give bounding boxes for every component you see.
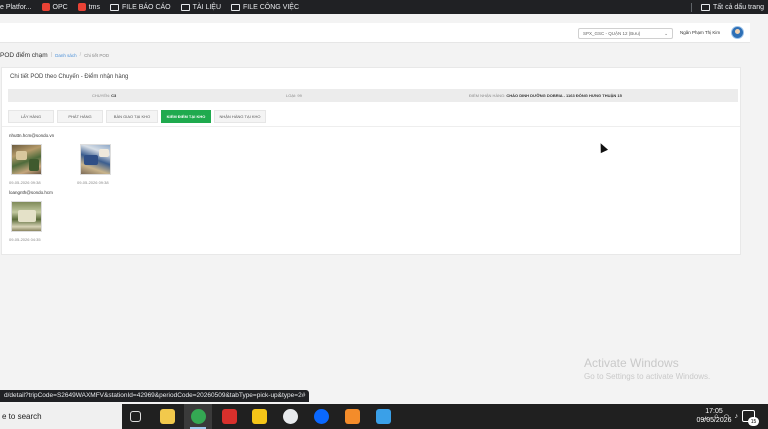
taskbar-search[interactable]: e to search	[0, 404, 122, 429]
point-info: ĐIỂM NHẬN HÀNG: CHÁO DINH DƯỠNG DOBRIA -…	[469, 93, 622, 98]
sticky-notes-icon[interactable]	[252, 409, 267, 424]
divider	[2, 126, 740, 127]
folder-icon	[109, 3, 119, 11]
tab-nhan-hang-tai-kho[interactable]: NHẬN HÀNG TẠI KHO	[214, 110, 266, 123]
photo-detail	[16, 151, 27, 160]
all-bookmarks-label: Tất cả dấu trang	[713, 3, 764, 11]
all-bookmarks[interactable]: Tất cả dấu trang	[691, 0, 764, 14]
breadcrumb: POD điểm chạm | Danh sách / Chi tiết POD	[0, 50, 109, 60]
photo-timestamp: 09-05-2026 09:38	[77, 180, 109, 185]
wps-office-icon[interactable]	[222, 409, 237, 424]
brand-icon	[41, 3, 50, 11]
volume-icon[interactable]: ♪	[735, 413, 739, 420]
pod-photo[interactable]	[80, 144, 111, 175]
trip-info-bar: CHUYẾN: C3 LOẠI: 99 ĐIỂM NHẬN HÀNG: CHÁO…	[8, 89, 738, 102]
bookmark-label: TÀI LIỆU	[192, 3, 222, 11]
photo-timestamp: 09-05-2026 04:35	[9, 237, 41, 242]
tab-bar: LẤY HÀNG PHÁT HÀNG BÀN GIAO TẠI KHO KIỂM…	[8, 110, 266, 123]
photo-detail	[99, 149, 109, 157]
pod-photo[interactable]	[11, 144, 42, 175]
bookmarks-bar: e Platfor... OPC tms FILE BÁO CÁO TÀI LI…	[0, 0, 768, 14]
station-select-value: SPX_GSC - QUẬN 12 (Bưu)	[583, 31, 641, 36]
user-name[interactable]: Ngân Phạm Thị Kim	[680, 30, 720, 35]
activate-windows-title: Activate Windows	[584, 356, 679, 370]
breadcrumb-separator: /	[79, 52, 82, 58]
card-title: Chi tiết POD theo Chuyến - Điểm nhận hàn…	[10, 74, 129, 80]
bookmark-opc[interactable]: OPC	[41, 3, 68, 11]
chrome-icon	[191, 409, 206, 424]
tab-ban-giao-tai-kho[interactable]: BÀN GIAO TẠI KHO	[106, 110, 158, 123]
status-bar-url: d/detail?tripCode=S2649WAXMFV&stationId=…	[0, 390, 310, 402]
bookmark-tms[interactable]: tms	[77, 3, 100, 11]
point-label: ĐIỂM NHẬN HÀNG:	[469, 93, 506, 98]
breadcrumb-link-list[interactable]: Danh sách	[55, 53, 77, 58]
bookmark-file-bao-cao[interactable]: FILE BÁO CÁO	[109, 3, 171, 11]
trip-label: CHUYẾN:	[92, 93, 111, 98]
trip-value: C3	[111, 93, 117, 98]
bookmark-tai-lieu[interactable]: TÀI LIỆU	[180, 3, 222, 11]
bookmark-label: tms	[88, 3, 100, 11]
pod-photo[interactable]	[11, 201, 42, 232]
bookmark-label: FILE CÔNG VIỆC	[243, 3, 300, 11]
divider	[691, 2, 693, 12]
breadcrumb-separator: |	[50, 52, 53, 58]
pod-detail-card: Chi tiết POD theo Chuyến - Điểm nhận hàn…	[1, 67, 741, 255]
uploader-email: nhuttn.hcm@sondo.vn	[9, 133, 55, 138]
taskbar-clock[interactable]: 17:05 09/05/2026	[694, 407, 734, 425]
app-icon[interactable]	[376, 409, 391, 424]
zalo-icon[interactable]	[314, 409, 329, 424]
bookmark-label: e Platfor...	[0, 3, 32, 11]
station-select[interactable]: SPX_GSC - QUẬN 12 (Bưu) ⌄	[578, 28, 673, 39]
photo-timestamp: 09-05-2026 09:38	[9, 180, 41, 185]
tab-lay-hang[interactable]: LẤY HÀNG	[8, 110, 54, 123]
task-view-icon[interactable]	[130, 411, 141, 422]
folder-icon	[231, 3, 241, 11]
clock-date: 09/05/2026	[696, 417, 732, 424]
chevron-down-icon: ⌄	[664, 30, 668, 36]
taskbar: e to search ︿ ⌂ ◠ ♪ 17:05 09/05/2026 15	[0, 404, 768, 429]
point-value: CHÁO DINH DƯỠNG DOBRIA - 1163 ĐÔNG HƯNG …	[506, 93, 622, 98]
bookmark-label: FILE BÁO CÁO	[121, 3, 171, 11]
brand-icon	[77, 3, 86, 11]
taskbar-active-app[interactable]	[184, 404, 212, 429]
app-icon[interactable]	[283, 409, 298, 424]
photo-detail	[84, 155, 98, 165]
page-title: POD điểm chạm	[0, 51, 48, 59]
bookmark-label: OPC	[52, 3, 68, 11]
photo-detail	[18, 210, 36, 222]
uploader-email: loangnth@sondo.hcm	[9, 190, 53, 195]
folder-icon	[180, 3, 190, 11]
type-info: LOẠI: 99	[286, 93, 302, 98]
tab-kiem-diem-tai-kho[interactable]: KIỂM ĐIẾM TẠI KHO	[161, 110, 211, 123]
clock-time: 17:05	[705, 408, 723, 415]
activate-windows-subtitle: Go to Settings to activate Windows.	[584, 372, 711, 381]
photo-detail	[29, 159, 39, 171]
bookmark-platform[interactable]: e Platfor...	[0, 4, 32, 11]
avatar[interactable]	[731, 26, 744, 39]
tab-phat-hang[interactable]: PHÁT HÀNG	[57, 110, 103, 123]
app-header: SPX_GSC - QUẬN 12 (Bưu) ⌄ Ngân Phạm Thị …	[0, 23, 750, 43]
folder-icon	[701, 3, 711, 11]
bookmark-file-cong-viec[interactable]: FILE CÔNG VIỆC	[231, 3, 300, 11]
trip-info: CHUYẾN: C3	[92, 93, 116, 98]
breadcrumb-current: Chi tiết POD	[84, 52, 110, 58]
app-icon[interactable]	[345, 409, 360, 424]
taskbar-search-text: e to search	[2, 412, 42, 421]
file-explorer-icon[interactable]	[160, 409, 175, 424]
notification-badge: 15	[748, 417, 759, 426]
